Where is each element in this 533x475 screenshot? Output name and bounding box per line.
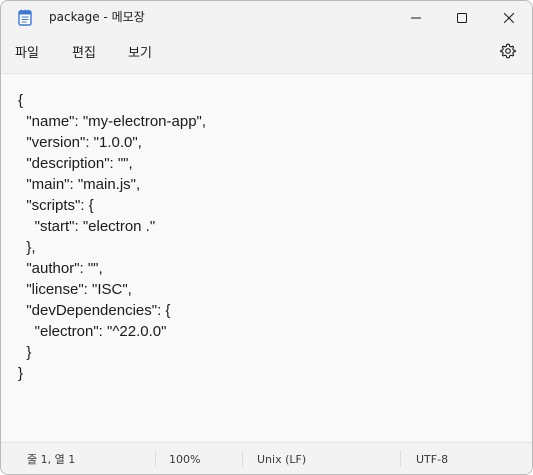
close-icon [503,8,515,27]
title-bar[interactable]: package - 메모장 [1,1,532,33]
status-bar: 줄 1, 열 1 100% Unix (LF) UTF-8 [1,442,532,474]
maximize-button[interactable] [439,1,485,33]
menu-view[interactable]: 보기 [128,45,152,63]
line-ending: Unix (LF) [257,453,307,466]
gear-icon [500,43,516,63]
menu-file[interactable]: 파일 [15,45,39,63]
window-title: package - 메모장 [49,10,145,24]
minimize-icon [411,8,421,27]
encoding: UTF-8 [416,453,449,466]
editor-content[interactable]: { "name": "my-electron-app", "version": … [18,90,206,384]
status-divider [155,451,156,467]
text-editor[interactable]: { "name": "my-electron-app", "version": … [1,73,532,441]
close-button[interactable] [486,1,532,33]
zoom-level: 100% [169,453,201,466]
minimize-button[interactable] [393,1,439,33]
status-divider [242,451,243,467]
notepad-window: package - 메모장 파일 편집 보기 {"name": "my-ele… [0,0,533,475]
notepad-icon [17,9,33,26]
status-divider [400,451,401,467]
cursor-position: 줄 1, 열 1 [27,453,76,466]
menu-edit[interactable]: 편집 [72,45,96,63]
settings-button[interactable] [499,43,517,63]
maximize-icon [457,8,467,27]
menu-bar: 파일 편집 보기 [1,33,532,73]
